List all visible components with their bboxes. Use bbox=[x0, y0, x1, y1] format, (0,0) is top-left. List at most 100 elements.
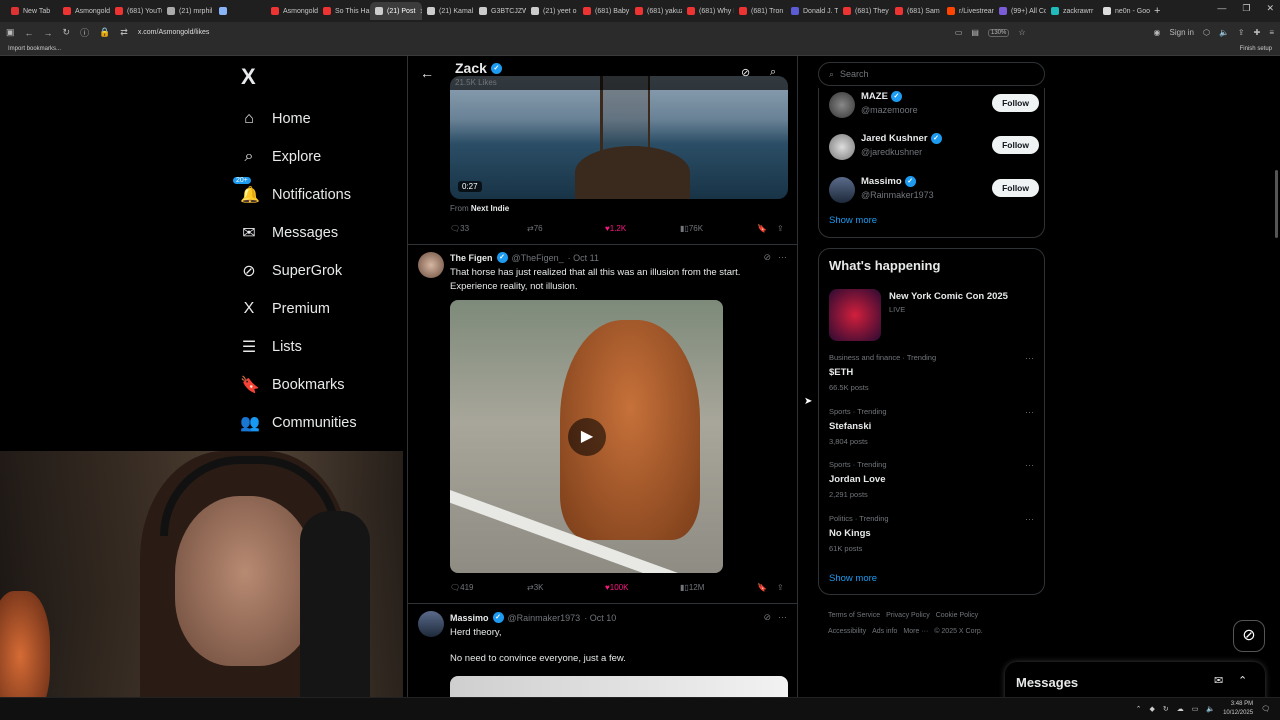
browser-tab[interactable]: So This Hap bbox=[318, 2, 370, 20]
browser-tab[interactable]: (681) They bbox=[838, 2, 890, 20]
suggestion-handle[interactable]: @Rainmaker1973 bbox=[861, 190, 934, 200]
bookmark-icon[interactable]: 🔖 bbox=[757, 224, 767, 233]
like-button[interactable]: ♥ 100K bbox=[605, 583, 628, 592]
browser-tab[interactable]: Donald J. Tr bbox=[786, 2, 838, 20]
footer-link[interactable]: Ads info bbox=[872, 628, 897, 635]
sync-icon[interactable]: ↻ bbox=[1163, 705, 1169, 713]
post-date[interactable]: · Oct 10 bbox=[584, 613, 616, 623]
browser-tab[interactable]: r/Livestrean bbox=[942, 2, 994, 20]
follow-suggestion[interactable]: MAZE ✓ @mazemoore Follow bbox=[829, 90, 1039, 120]
browser-tab[interactable]: (681) Tron bbox=[734, 2, 786, 20]
x-logo-icon[interactable]: X bbox=[241, 64, 406, 90]
views-count[interactable]: ▮▯ 12M bbox=[680, 583, 704, 592]
browser-tab[interactable]: (21) yeet o bbox=[526, 2, 578, 20]
search-icon[interactable]: ⌕ bbox=[770, 66, 776, 79]
nav-item-notifications[interactable]: 🔔 20+ Notifications bbox=[232, 176, 406, 214]
nav-item-messages[interactable]: ✉ Messages bbox=[236, 214, 406, 252]
footer-link[interactable]: Privacy Policy bbox=[886, 612, 930, 619]
trend-title[interactable]: Jordan Love bbox=[829, 474, 1034, 485]
zoom-level[interactable]: 130% bbox=[987, 28, 1010, 37]
share-icon[interactable]: ⇪ bbox=[777, 583, 784, 592]
author-handle[interactable]: @Rainmaker1973 bbox=[508, 613, 581, 623]
new-tab-icon[interactable]: + bbox=[1154, 5, 1160, 17]
more-options-icon[interactable]: ··· bbox=[778, 252, 787, 262]
author-handle[interactable]: @TheFigen_ bbox=[512, 253, 564, 263]
footer-link[interactable]: More ··· bbox=[903, 628, 928, 635]
minimize-icon[interactable]: — bbox=[1217, 3, 1226, 14]
views-count[interactable]: ▮▯ 76K bbox=[680, 224, 703, 233]
browser-tab[interactable] bbox=[214, 2, 266, 20]
like-button[interactable]: ♥ 1.2K bbox=[605, 224, 626, 233]
follow-button[interactable]: Follow bbox=[992, 179, 1039, 197]
reader-view-icon[interactable]: ▤ bbox=[971, 28, 979, 37]
app-icon[interactable]: ◆ bbox=[1149, 705, 1154, 713]
follow-suggestion[interactable]: Jared Kushner ✓ @jaredkushner Follow bbox=[829, 132, 1039, 162]
grok-icon[interactable]: ⊘ bbox=[763, 612, 771, 623]
suggestion-name[interactable]: Massimo bbox=[861, 176, 902, 187]
more-options-icon[interactable]: ··· bbox=[1025, 407, 1034, 417]
extensions-icon[interactable]: ✚ bbox=[1254, 28, 1261, 37]
trend-item[interactable]: Sports · Trending Jordan Love 2,291 posts ·… bbox=[829, 460, 1034, 499]
trend-title[interactable]: Stefanski bbox=[829, 421, 1034, 432]
suggestion-handle[interactable]: @mazemoore bbox=[861, 105, 918, 115]
more-options-icon[interactable]: ··· bbox=[1025, 514, 1034, 524]
video-thumbnail[interactable]: 0:27 bbox=[450, 76, 788, 199]
nav-item-home[interactable]: ⌂ Home bbox=[236, 100, 406, 138]
search-input[interactable]: ⌕ Search bbox=[818, 62, 1045, 86]
browser-tab[interactable]: (21) Kamal bbox=[422, 2, 474, 20]
account-icon[interactable]: ◉ bbox=[1154, 28, 1161, 37]
footer-link[interactable]: Cookie Policy bbox=[936, 612, 978, 619]
source-link[interactable]: Next Indie bbox=[471, 204, 509, 213]
more-options-icon[interactable]: ··· bbox=[778, 612, 787, 622]
more-options-icon[interactable]: ··· bbox=[1025, 353, 1034, 363]
event-title[interactable]: New York Comic Con 2025 bbox=[889, 291, 1008, 302]
trend-item[interactable]: Business and finance · Trending $ETH 66.5K… bbox=[829, 353, 1034, 392]
browser-tab[interactable]: Asmongold bbox=[58, 2, 110, 20]
browser-tab[interactable]: (99+) All Co bbox=[994, 2, 1046, 20]
scrollbar[interactable] bbox=[1275, 170, 1278, 238]
grok-icon[interactable]: ⊘ bbox=[763, 252, 771, 263]
address-bar[interactable]: x.com/Asmongold/likes bbox=[138, 29, 210, 36]
play-icon[interactable]: ▶ bbox=[568, 418, 606, 456]
post-date[interactable]: · Oct 11 bbox=[568, 253, 599, 263]
author-name[interactable]: The Figen bbox=[450, 253, 493, 263]
new-message-icon[interactable]: ✉ bbox=[1214, 674, 1223, 687]
browser-tab[interactable]: Asmongold bbox=[266, 2, 318, 20]
avatar[interactable] bbox=[829, 177, 855, 203]
messages-drawer[interactable]: Messages ✉ ⌃ bbox=[1005, 662, 1265, 702]
network-icon[interactable]: ▭ bbox=[1192, 705, 1199, 713]
footer-link[interactable]: Terms of Service bbox=[828, 612, 880, 619]
show-more-link[interactable]: Show more bbox=[829, 215, 877, 226]
video-player[interactable]: ▶ bbox=[450, 300, 723, 573]
import-bookmarks-link[interactable]: Import bookmarks... bbox=[8, 46, 61, 52]
more-options-icon[interactable]: ··· bbox=[1025, 460, 1034, 470]
avatar[interactable] bbox=[418, 252, 444, 278]
volume-icon[interactable]: 🔈 bbox=[1206, 705, 1215, 713]
repost-button[interactable]: ⇄ 76 bbox=[527, 224, 543, 233]
extension-icon[interactable]: ⬡ bbox=[1203, 28, 1210, 37]
browser-tab[interactable]: G3BTCJZW bbox=[474, 2, 526, 20]
browser-tab[interactable]: (681) Sam bbox=[890, 2, 942, 20]
browser-tab[interactable]: ne0n - Goo bbox=[1098, 2, 1150, 20]
browser-tab[interactable]: (681) Baby bbox=[578, 2, 630, 20]
follow-suggestion[interactable]: Massimo ✓ @Rainmaker1973 Follow bbox=[829, 175, 1039, 205]
follow-button[interactable]: Follow bbox=[992, 136, 1039, 154]
share-icon[interactable]: ⇪ bbox=[777, 224, 784, 233]
trend-item[interactable]: Sports · Trending Stefanski 3,804 posts ··· bbox=[829, 407, 1034, 446]
browser-tab[interactable]: New Tab bbox=[6, 2, 58, 20]
menu-icon[interactable]: ≡ bbox=[1269, 28, 1274, 37]
reload-icon[interactable]: ↻ bbox=[63, 27, 71, 38]
nav-item-bookmarks[interactable]: 🔖 Bookmarks bbox=[236, 366, 406, 404]
cloud-icon[interactable]: ☁ bbox=[1177, 705, 1184, 713]
forward-icon[interactable]: → bbox=[44, 28, 53, 38]
follow-button[interactable]: Follow bbox=[992, 94, 1039, 112]
back-arrow-icon[interactable]: ← bbox=[420, 65, 434, 81]
share-icon[interactable]: ⇪ bbox=[1238, 28, 1245, 37]
nav-item-explore[interactable]: ⌕ Explore bbox=[236, 138, 406, 176]
sidebar-toggle-icon[interactable]: ▣ bbox=[6, 27, 15, 38]
sign-in-button[interactable]: Sign in bbox=[1170, 28, 1194, 37]
clock[interactable]: 3:48 PM 10/12/2025 bbox=[1223, 700, 1253, 718]
star-icon[interactable]: ☆ bbox=[1018, 28, 1025, 37]
nav-item-supergrok[interactable]: ⊘ SuperGrok bbox=[236, 252, 406, 290]
grok-button[interactable]: ⊘ bbox=[1233, 620, 1265, 652]
